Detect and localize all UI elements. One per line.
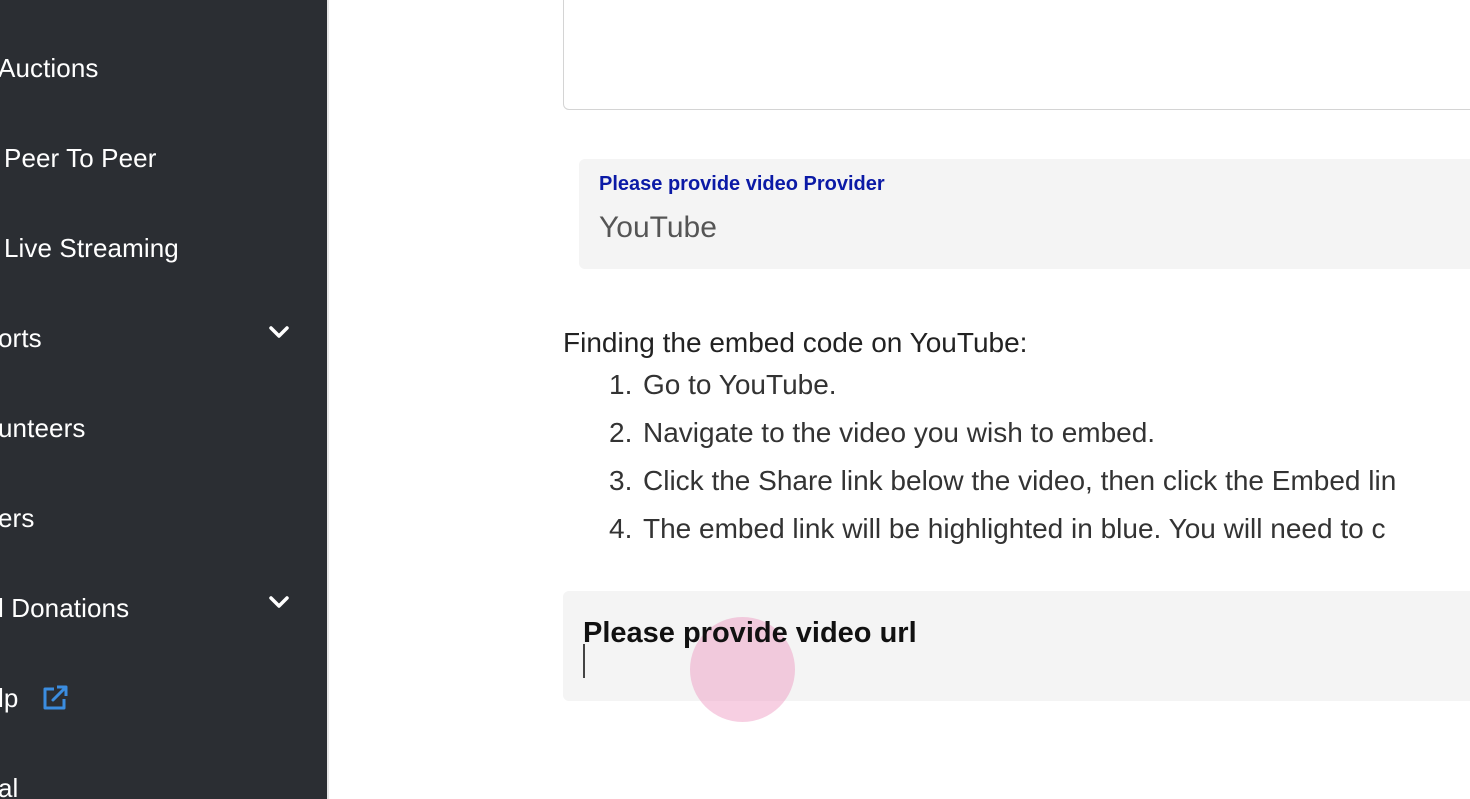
description-textarea[interactable] (563, 0, 1470, 110)
video-url-input[interactable]: Please provide video url (563, 591, 1470, 701)
main-content: Please provide video Provider YouTube Fi… (329, 0, 1470, 799)
sidebar-item-label: Live Streaming (4, 232, 179, 263)
chevron-down-icon[interactable] (268, 325, 290, 339)
embed-instructions: Finding the embed code on YouTube: 0 1. … (563, 325, 1463, 553)
step-text: Navigate to the video you wish to embed. (643, 417, 1156, 448)
list-item: 0 1. Go to YouTube. (563, 361, 1463, 409)
step-number: 4. (609, 513, 633, 544)
video-provider-label: Please provide video Provider (599, 173, 885, 195)
sidebar-item-users[interactable]: ers (0, 473, 327, 563)
sidebar-item-volunteers[interactable]: unteers (0, 383, 327, 473)
sidebar-item-label: orts (0, 322, 42, 353)
list-item: 0 4. The embed link will be highlighted … (563, 505, 1463, 553)
list-item: 0 2. Navigate to the video you wish to e… (563, 409, 1463, 457)
instructions-title: Finding the embed code on YouTube: (563, 327, 1028, 358)
sidebar-item-peer-to-peer[interactable]: Peer To Peer (0, 113, 327, 203)
step-number: 3. (609, 465, 633, 496)
list-item: 0 3. Click the Share link below the vide… (563, 457, 1463, 505)
chevron-down-icon[interactable] (268, 595, 290, 609)
external-link-icon[interactable] (40, 683, 70, 713)
instructions-list: 0 1. Go to YouTube. 0 2. Navigate to the… (563, 361, 1463, 553)
sidebar-item-label: Peer To Peer (4, 142, 157, 173)
sidebar: Auctions Peer To Peer Live Streaming ort… (0, 0, 327, 799)
step-number: 2. (609, 417, 633, 448)
sidebar-item-label: al (0, 772, 19, 799)
sidebar-item-portal[interactable]: al (0, 743, 327, 799)
sidebar-item-help[interactable]: lp (0, 653, 327, 743)
step-number: 1. (609, 369, 633, 400)
video-provider-value: YouTube (599, 211, 717, 244)
video-provider-select[interactable]: Please provide video Provider YouTube (579, 159, 1470, 269)
app-window: Auctions Peer To Peer Live Streaming ort… (0, 0, 1470, 799)
sidebar-item-label: lp (0, 682, 19, 713)
step-text: Click the Share link below the video, th… (643, 465, 1397, 496)
sidebar-item-auctions[interactable]: Auctions (0, 23, 327, 113)
sidebar-item-label: l Donations (0, 592, 130, 623)
sidebar-item-label: unteers (0, 412, 86, 443)
step-text: Go to YouTube. (643, 369, 837, 400)
sidebar-item-label: Auctions (0, 52, 99, 83)
video-url-label: Please provide video url (583, 617, 917, 649)
sidebar-item-label: ers (0, 502, 35, 533)
sidebar-item-reports[interactable]: orts (0, 293, 327, 383)
sidebar-item-live-streaming[interactable]: Live Streaming (0, 203, 327, 293)
sidebar-item-donations[interactable]: l Donations (0, 563, 327, 653)
step-text: The embed link will be highlighted in bl… (643, 513, 1386, 544)
